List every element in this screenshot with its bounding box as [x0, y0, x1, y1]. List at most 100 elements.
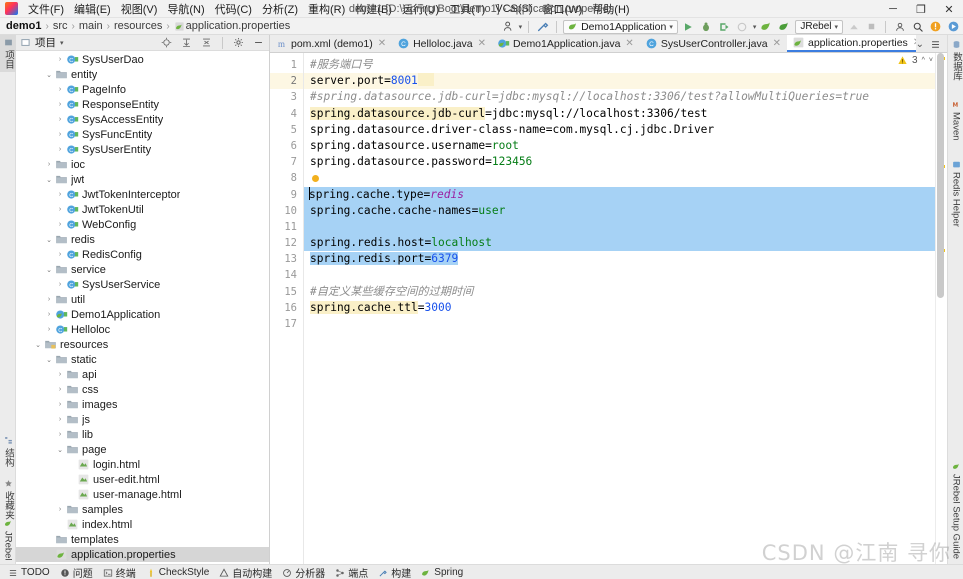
inspection-up-icon[interactable]: ^ [922, 57, 925, 64]
sidebar-item-jrebel[interactable]: JRebel [0, 516, 16, 564]
tree-node[interactable]: › images [16, 397, 269, 412]
tree-node[interactable]: ⌄ resources [16, 337, 269, 352]
sidebar-item-database[interactable]: 数据库 [948, 37, 963, 84]
chevron-right-icon[interactable]: › [55, 401, 65, 408]
notifications-icon[interactable] [928, 19, 943, 34]
tree-node[interactable]: › util [16, 292, 269, 307]
hide-pane-icon[interactable] [251, 35, 266, 50]
tree-node[interactable]: ⌄ service [16, 262, 269, 277]
code-line[interactable] [304, 316, 935, 332]
gutter-line-number[interactable]: 5 [270, 122, 303, 138]
chevron-right-icon[interactable]: › [55, 371, 65, 378]
run-with-coverage-button[interactable] [717, 19, 732, 34]
tree-node[interactable]: › C RedisConfig [16, 247, 269, 262]
chevron-right-icon[interactable]: › [55, 206, 65, 213]
editor-tab[interactable]: C SysUserController.java ✕ [640, 35, 787, 52]
tree-node[interactable]: user-manage.html [16, 487, 269, 502]
sidebar-item-redis-helper[interactable]: Redis Helper [948, 157, 963, 230]
gear-icon[interactable] [231, 35, 246, 50]
editor-error-stripe[interactable] [935, 53, 947, 564]
sidebar-item-jrebel-setup[interactable]: JRebel Setup Guide [948, 459, 963, 562]
chevron-right-icon[interactable]: › [55, 131, 65, 138]
chevron-down-icon[interactable]: ⌄ [44, 266, 54, 274]
code-line[interactable] [304, 170, 935, 186]
tree-node[interactable]: › C PageInfo [16, 82, 269, 97]
close-tab-icon[interactable]: ✕ [378, 38, 386, 49]
menu-item-12[interactable]: 帮助(H) [587, 0, 634, 18]
editor-tab[interactable]: application.properties✕ [787, 35, 928, 52]
gutter-line-number[interactable]: 8 [270, 170, 303, 186]
tree-node[interactable]: › C JwtTokenInterceptor [16, 187, 269, 202]
gutter-line-number[interactable]: 10 [270, 203, 303, 219]
code-line[interactable]: spring.datasource.driver-class-name=com.… [304, 122, 935, 138]
code-line[interactable]: spring.cache.ttl=3000 [304, 300, 935, 316]
gutter-line-number[interactable]: 6 [270, 138, 303, 154]
breadcrumb-item-0[interactable]: demo1 [6, 20, 41, 32]
tree-node[interactable]: ⌄ page [16, 442, 269, 457]
gutter-line-number[interactable]: 1 [270, 57, 303, 73]
tree-node[interactable]: › ioc [16, 157, 269, 172]
code-line[interactable]: spring.cache.type=redis [304, 186, 935, 203]
updates-icon[interactable] [946, 19, 961, 34]
menu-item-4[interactable]: 代码(C) [210, 0, 257, 18]
editor-tab[interactable]: Demo1Application.java ✕ [492, 35, 640, 52]
chevron-right-icon[interactable]: › [55, 281, 65, 288]
tree-node[interactable]: templates [16, 532, 269, 547]
tree-node[interactable]: ⌄ jwt [16, 172, 269, 187]
editor-code-content[interactable]: #服务端口号 server.port=8001 #spring.datasource… [304, 53, 935, 564]
close-tab-icon[interactable]: ✕ [478, 38, 486, 49]
menu-item-9[interactable]: 工具(T) [444, 0, 490, 18]
close-tab-icon[interactable]: ✕ [625, 38, 633, 49]
gutter-line-number[interactable]: 17 [270, 316, 303, 332]
breadcrumb-item-3[interactable]: resources [114, 20, 162, 32]
gutter-line-number[interactable]: 7 [270, 154, 303, 170]
code-line[interactable]: #spring.datasource.jdb-curl=jdbc:mysql:/… [304, 89, 935, 105]
tree-node[interactable]: › css [16, 382, 269, 397]
gutter-line-number[interactable]: 3 [270, 89, 303, 105]
code-line[interactable] [304, 267, 935, 283]
tree-node[interactable]: › Demo1Application [16, 307, 269, 322]
tool-window-button-端点[interactable]: 端点 [335, 565, 368, 579]
editor-gutter[interactable]: 1 2 3 4 5 6 7 8 9 10 11 12 13 14 15 16 17 [270, 53, 304, 564]
run-button[interactable] [681, 19, 696, 34]
gutter-line-number[interactable]: 9 [270, 187, 303, 203]
close-tab-icon[interactable]: ✕ [773, 38, 781, 49]
gutter-line-number[interactable]: 16 [270, 300, 303, 316]
gutter-line-number[interactable]: 13 [270, 251, 303, 267]
editor-vertical-scrollbar[interactable] [937, 53, 944, 298]
tree-node[interactable]: › C WebConfig [16, 217, 269, 232]
chevron-down-icon[interactable]: ⌄ [44, 236, 54, 244]
chevron-right-icon[interactable]: › [44, 311, 54, 318]
chevron-right-icon[interactable]: › [44, 296, 54, 303]
menu-item-2[interactable]: 视图(V) [116, 0, 163, 18]
jrebel-debug-icon[interactable] [777, 19, 792, 34]
gutter-line-number[interactable]: 12 [270, 235, 303, 251]
run-config-caret-icon[interactable]: ▾ [669, 23, 673, 31]
code-line[interactable]: spring.redis.port=6379 [304, 251, 935, 267]
gutter-line-number[interactable]: 14 [270, 267, 303, 283]
tree-node[interactable]: ⌄ redis [16, 232, 269, 247]
minimize-button[interactable]: ─ [879, 0, 907, 18]
tool-window-button-Spring[interactable]: Spring [421, 567, 463, 578]
sidebar-item-structure[interactable]: 结构 [0, 433, 16, 470]
tabs-overflow-icon[interactable]: ⌄ [916, 39, 924, 50]
chevron-right-icon[interactable]: › [44, 161, 54, 168]
code-line[interactable]: spring.datasource.password=123456 [304, 154, 935, 170]
tree-node[interactable]: ⌄ static [16, 352, 269, 367]
tree-node[interactable]: login.html [16, 457, 269, 472]
account-icon[interactable] [892, 19, 907, 34]
code-line[interactable]: #自定义某些缓存空间的过期时间 [304, 284, 935, 300]
locate-file-icon[interactable] [159, 35, 174, 50]
user-settings-caret-icon[interactable]: ▾ [519, 23, 523, 31]
tree-node[interactable]: user-edit.html [16, 472, 269, 487]
tree-node[interactable]: › C SysAccessEntity [16, 112, 269, 127]
chevron-down-icon[interactable]: ⌄ [55, 446, 65, 454]
tool-window-button-TODO[interactable]: TODO [8, 567, 50, 578]
code-line[interactable]: #服务端口号 [304, 57, 935, 73]
tree-node[interactable]: application.properties [16, 547, 269, 562]
chevron-down-icon[interactable]: ⌄ [44, 71, 54, 79]
breadcrumb-item-4[interactable]: application.properties [186, 20, 291, 32]
chevron-right-icon[interactable]: › [44, 326, 54, 333]
chevron-down-icon[interactable]: ⌄ [44, 356, 54, 364]
code-line[interactable]: spring.datasource.jdb-curl=jdbc:mysql://… [304, 106, 935, 122]
